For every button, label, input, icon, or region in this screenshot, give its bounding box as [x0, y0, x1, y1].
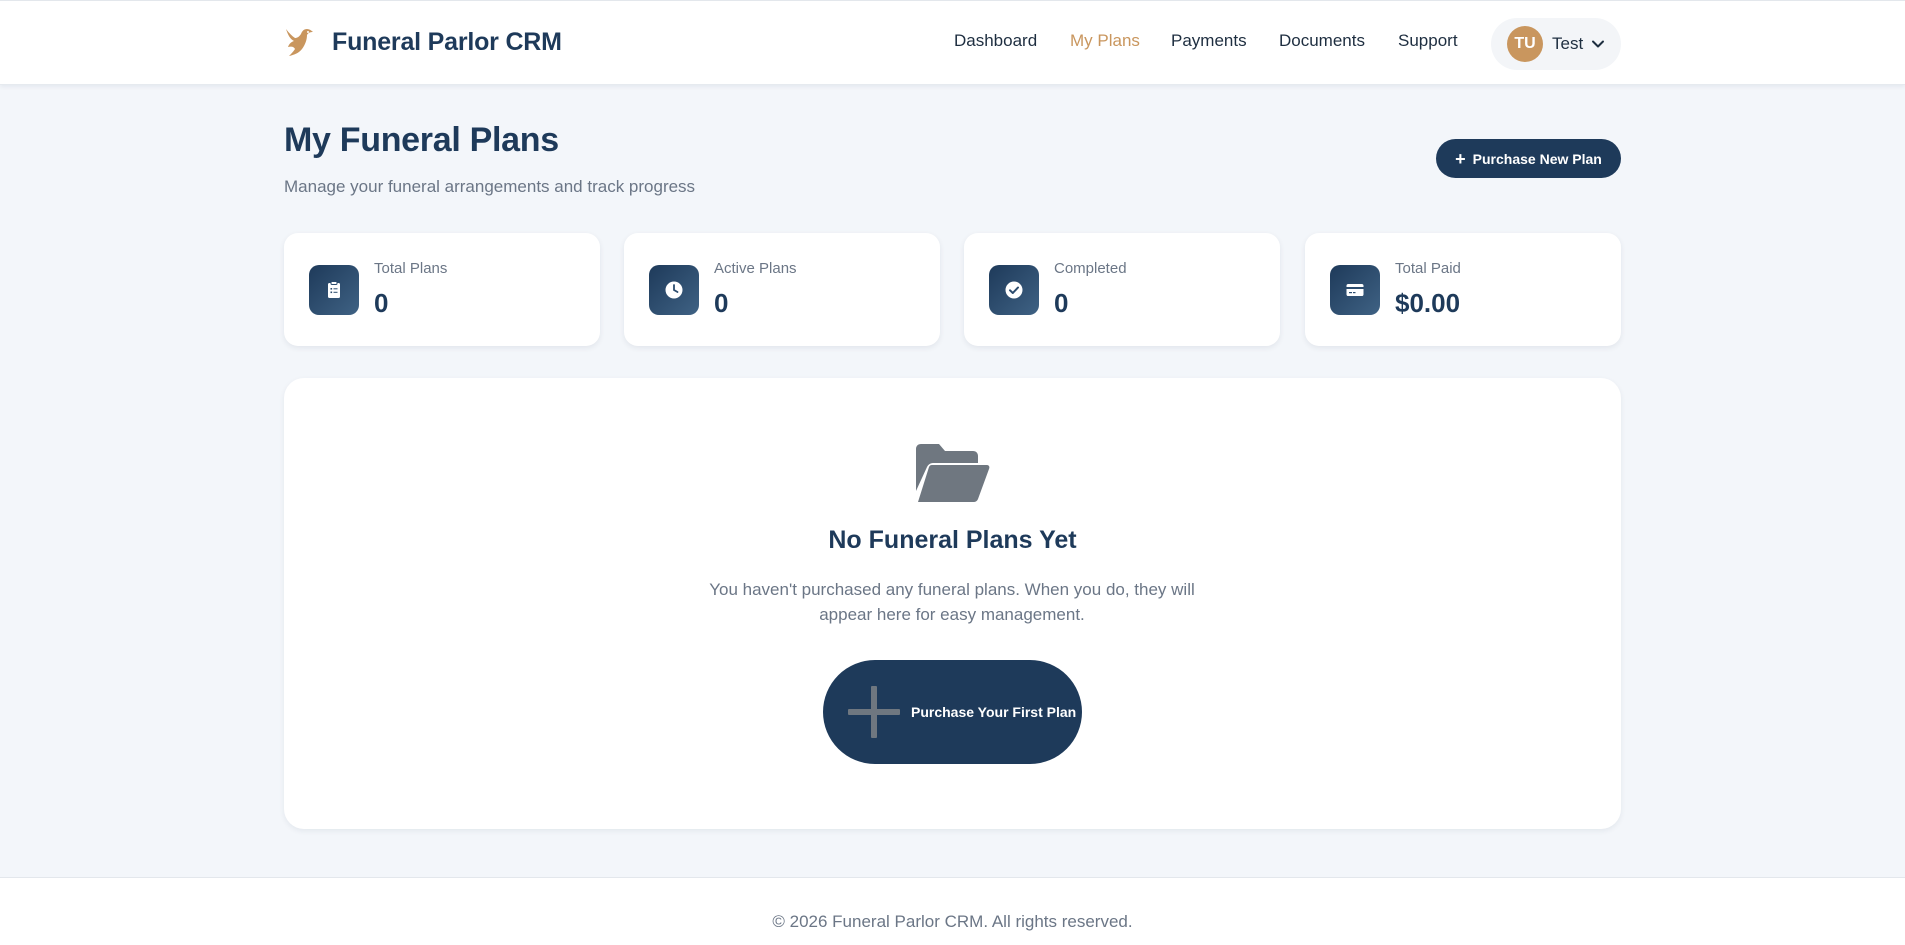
stat-icon-wrap: [1330, 265, 1380, 315]
page-subtitle: Manage your funeral arrangements and tra…: [284, 177, 696, 196]
purchase-new-plan-label: Purchase New Plan: [1472, 150, 1602, 167]
page-title: My Funeral Plans: [284, 121, 559, 159]
top-navbar: Funeral Parlor CRM Dashboard My Plans Pa…: [0, 0, 1905, 85]
user-name: Test: [1552, 34, 1584, 53]
nav-support[interactable]: Support: [1398, 31, 1458, 51]
stat-value: 0: [1054, 288, 1069, 318]
purchase-new-plan-button[interactable]: + Purchase New Plan: [1436, 139, 1621, 178]
stat-value: $0.00: [1395, 288, 1461, 318]
clipboard-icon: [328, 281, 340, 298]
chevron-down-icon: [1592, 40, 1605, 48]
check-circle-icon: [1005, 281, 1023, 299]
nav-documents[interactable]: Documents: [1279, 31, 1365, 51]
footer-copyright: © 2026 Funeral Parlor CRM. All rights re…: [772, 912, 1133, 931]
user-menu[interactable]: TU Test: [1491, 18, 1621, 70]
stat-label: Completed: [1054, 260, 1127, 277]
empty-state-text: You haven't purchased any funeral plans.…: [709, 580, 1195, 624]
stat-icon-wrap: [309, 265, 359, 315]
nav-payments[interactable]: Payments: [1171, 31, 1247, 51]
purchase-first-plan-button[interactable]: Purchase Your First Plan: [823, 660, 1082, 764]
stat-icon-wrap: [649, 265, 699, 315]
nav-my-plans[interactable]: My Plans: [1070, 31, 1140, 51]
stat-value: 0: [374, 288, 389, 318]
stat-icon-wrap: [989, 265, 1039, 315]
stat-label: Total Plans: [374, 260, 448, 277]
avatar: TU: [1507, 26, 1543, 62]
plus-icon: +: [1455, 148, 1466, 169]
footer: © 2026 Funeral Parlor CRM. All rights re…: [0, 877, 1905, 945]
folder-open-icon: [916, 444, 990, 502]
stat-card-total-paid: Total Paid $0.00: [1305, 233, 1621, 346]
empty-state-title: No Funeral Plans Yet: [828, 526, 1077, 554]
stat-value: 0: [714, 288, 729, 318]
stat-card-active-plans: Active Plans 0: [624, 233, 940, 346]
purchase-first-plan-label: Purchase Your First Plan: [911, 704, 1077, 720]
stat-label: Active Plans: [714, 260, 797, 277]
credit-card-icon: [1346, 284, 1364, 296]
plus-icon: [848, 686, 900, 738]
empty-state-panel: No Funeral Plans Yet You haven't purchas…: [284, 378, 1621, 829]
stat-card-total-plans: Total Plans 0: [284, 233, 600, 346]
stat-card-completed: Completed 0: [964, 233, 1280, 346]
clock-icon: [665, 281, 683, 299]
stat-label: Total Paid: [1395, 260, 1461, 277]
nav-dashboard[interactable]: Dashboard: [954, 31, 1037, 51]
